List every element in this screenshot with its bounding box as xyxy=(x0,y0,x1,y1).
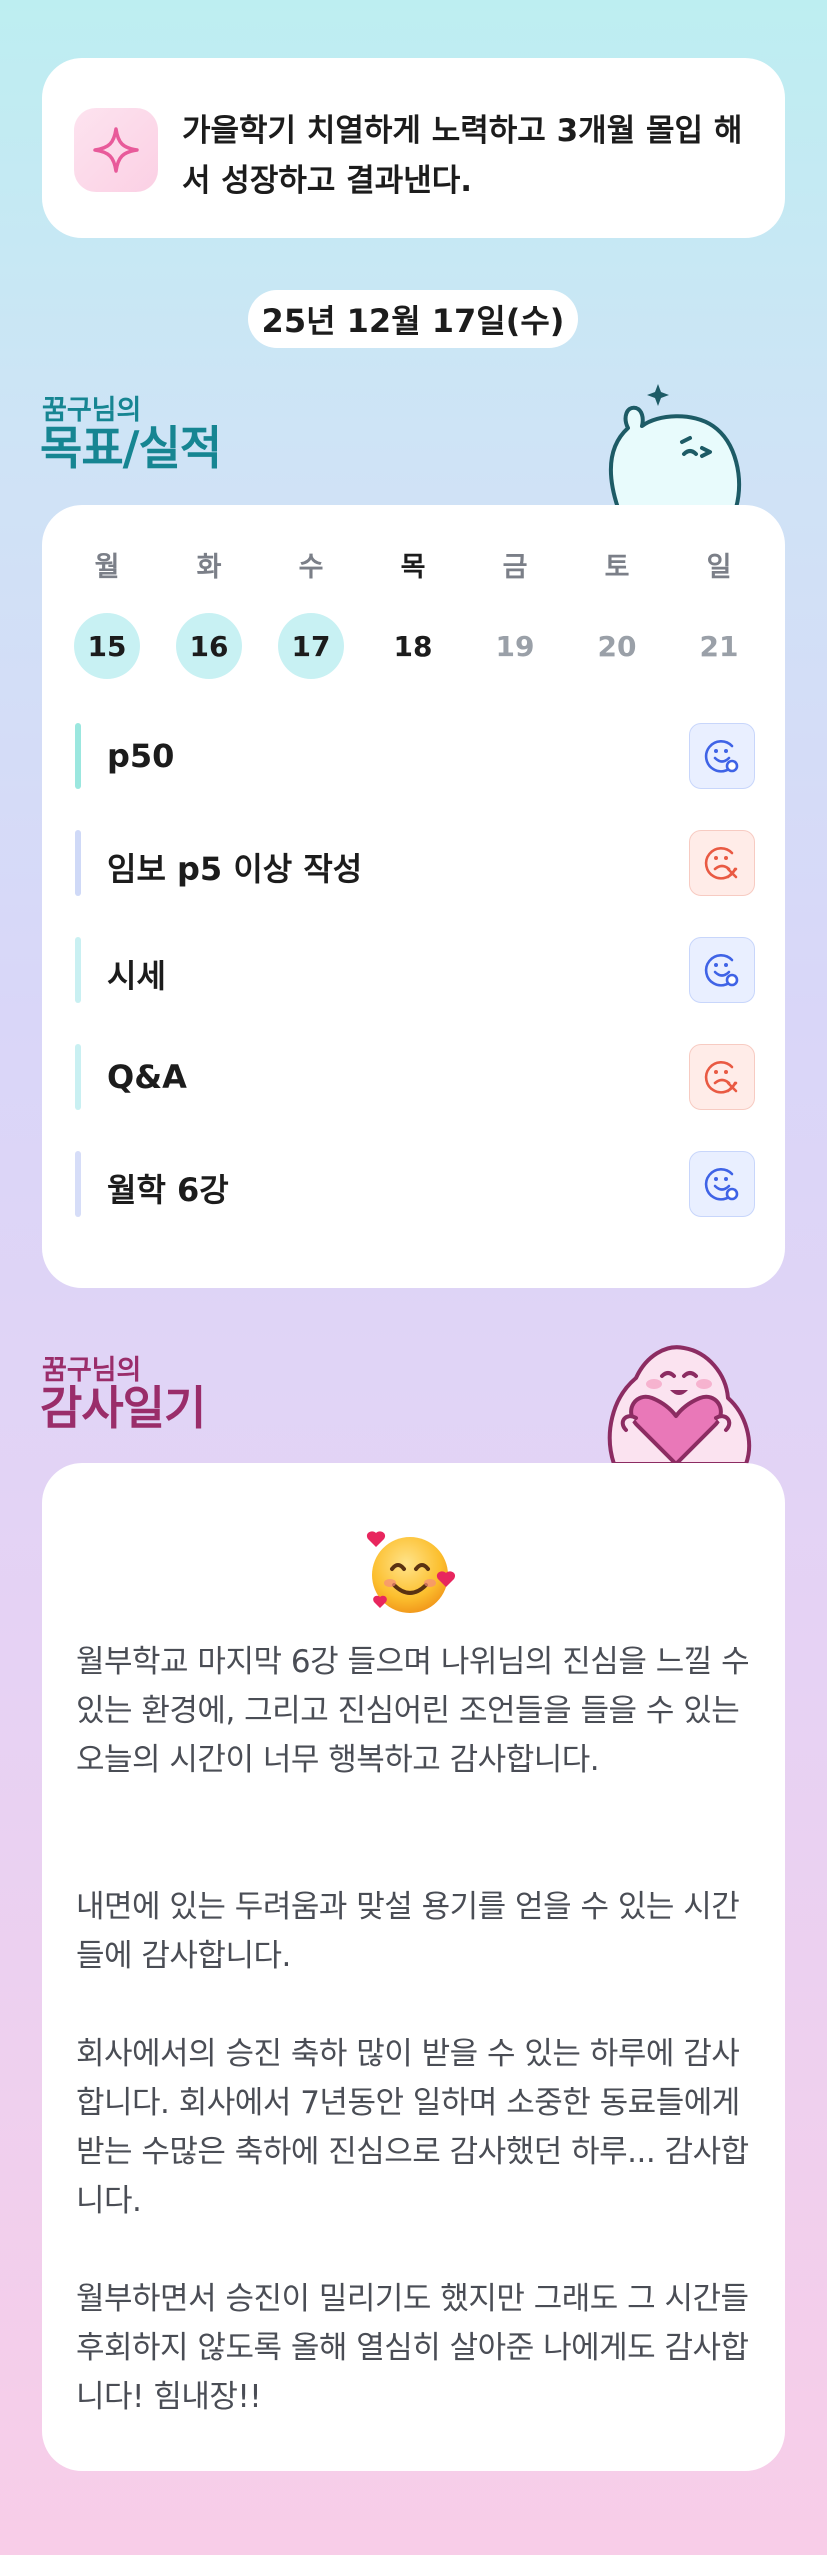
day-21[interactable]: 21 xyxy=(686,613,752,679)
mascot-cheer-icon xyxy=(608,384,741,508)
goal-label: Q&A xyxy=(107,1058,187,1096)
smiling-face-with-hearts-icon xyxy=(362,1523,458,1619)
weekday-label: 금 xyxy=(502,552,528,583)
day-16[interactable]: 16 xyxy=(176,613,242,679)
sad-x-icon[interactable] xyxy=(689,830,755,896)
sad-x-icon[interactable] xyxy=(689,1044,755,1110)
goal-label: 시세 xyxy=(107,957,166,995)
goal-banner: 가을학기 치열하게 노력하고 3개월 몰입 해서 성장하고 결과낸다. xyxy=(42,58,785,238)
weekday-label: 수 xyxy=(298,552,324,583)
goal-label: p50 xyxy=(107,737,175,775)
journal-paragraph-1: 월부학교 마지막 6강 들으며 나위님의 진심을 느낄 수 있는 환경에, 그리… xyxy=(76,1644,750,1778)
smile-check-icon[interactable] xyxy=(689,723,755,789)
weekday-label: 월 xyxy=(94,552,120,583)
goals-card: 월 15 화 16 수 17 목 18 금 19 토 20 일 21 p50 임보 p5 이상 작성시세 Q&… xyxy=(42,505,785,1288)
journal-paragraph-3: 회사에서의 승진 축하 많이 받을 수 있는 하루에 감사합니다. 회사에서 7… xyxy=(76,2036,749,2219)
date-label[interactable]: 25년 12월 17일(수) xyxy=(248,290,578,348)
goal-row: 월학 6강 xyxy=(75,1151,755,1217)
goal-row: 시세 xyxy=(75,937,755,1003)
goal-accent-bar xyxy=(75,1151,81,1217)
goal-accent-bar xyxy=(75,830,81,896)
smile-check-icon[interactable] xyxy=(689,937,755,1003)
weekday-label: 토 xyxy=(604,552,630,583)
mascot-heart-icon xyxy=(607,1345,752,1464)
goal-text: 가을학기 치열하게 노력하고 3개월 몰입 해서 성장하고 결과낸다. xyxy=(182,113,743,199)
goal-row: Q&A xyxy=(75,1044,755,1110)
weekday-label: 화 xyxy=(196,552,222,583)
goals-section-title: 목표/실적 xyxy=(40,421,222,475)
smile-check-icon[interactable] xyxy=(689,1151,755,1217)
gratitude-card: 월부학교 마지막 6강 들으며 나위님의 진심을 느낄 수 있는 환경에, 그리… xyxy=(42,1463,785,2471)
weekday-label: 목 xyxy=(400,552,426,583)
day-17[interactable]: 17 xyxy=(278,613,344,679)
goal-row: p50 xyxy=(75,723,755,789)
journal-paragraph-4: 월부하면서 승진이 밀리기도 했지만 그래도 그 시간들 후회하지 않도록 올해… xyxy=(76,2281,749,2415)
goal-accent-bar xyxy=(75,937,81,1003)
journal-paragraph-2: 내면에 있는 두려움과 맞설 용기를 얻을 수 있는 시간들에 감사합니다. xyxy=(76,1889,740,1974)
day-18[interactable]: 18 xyxy=(380,613,446,679)
weekday-label: 일 xyxy=(706,552,732,583)
day-15[interactable]: 15 xyxy=(74,613,140,679)
goal-label: 임보 p5 이상 작성 xyxy=(107,850,363,888)
day-19[interactable]: 19 xyxy=(482,613,548,679)
goal-label: 월학 6강 xyxy=(107,1171,229,1209)
goal-accent-bar xyxy=(75,723,81,789)
goal-accent-bar xyxy=(75,1044,81,1110)
sparkle-icon xyxy=(74,108,158,192)
goal-row: 임보 p5 이상 작성 xyxy=(75,830,755,896)
gratitude-section-title: 감사일기 xyxy=(40,1381,206,1435)
day-20[interactable]: 20 xyxy=(584,613,650,679)
